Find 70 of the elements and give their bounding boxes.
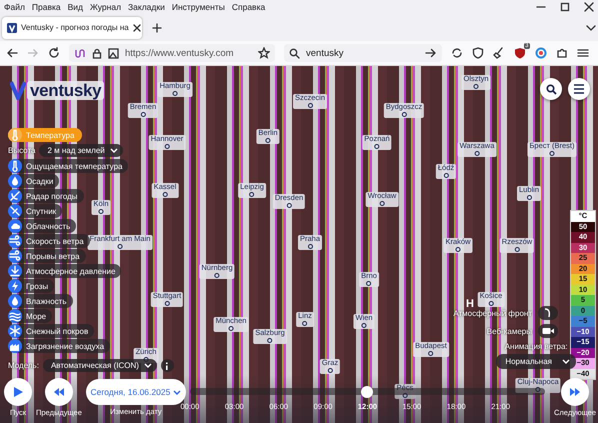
layer-button[interactable]: Грозы: [8, 279, 54, 293]
sync-icon[interactable]: [451, 47, 463, 59]
shield-icon[interactable]: [472, 47, 484, 59]
waves-icon: [9, 310, 21, 322]
wind-icon: [9, 250, 21, 262]
layer-button[interactable]: Облачность: [8, 219, 76, 233]
logo-text: ventusky: [27, 80, 104, 100]
search-icon: [546, 84, 556, 94]
chevron-down-icon: [144, 362, 152, 369]
arrow-down-icon: [9, 265, 21, 277]
menu-item[interactable]: Правка: [32, 2, 61, 12]
chevron-down-icon: [562, 358, 570, 365]
layer-button[interactable]: Атмосферное давление: [8, 264, 122, 278]
play-icon: [12, 386, 24, 398]
layer-button[interactable]: Скорость ветра: [8, 234, 90, 248]
route-icon: [74, 48, 86, 58]
menu-icon[interactable]: [577, 47, 589, 59]
ring-icon[interactable]: [535, 47, 547, 59]
address-bar[interactable]: https://www.ventusky.com: [69, 44, 275, 62]
chevron-down-icon[interactable]: [586, 22, 596, 32]
maximize-icon[interactable]: [560, 2, 570, 12]
lightning-icon: [9, 280, 21, 292]
fast-forward-icon: [569, 386, 581, 398]
layer-button[interactable]: Загрязнение воздуха: [8, 339, 110, 353]
layer-button[interactable]: Снежный покров: [8, 324, 94, 338]
date-button[interactable]: Сегодня, 16.06.2025: [86, 379, 186, 405]
drop-icon: [9, 175, 21, 187]
menu-item[interactable]: Закладки: [128, 2, 165, 12]
arrow-right-icon[interactable]: [425, 47, 437, 59]
camera-icon: [542, 326, 554, 336]
menu-item[interactable]: Вид: [68, 2, 84, 12]
layer-button[interactable]: Море: [8, 309, 52, 323]
rewind-icon: [52, 386, 65, 398]
image-icon[interactable]: [108, 48, 119, 58]
v-logo-icon: [7, 22, 17, 32]
layer-button[interactable]: Ощущаемая температура: [8, 159, 128, 173]
layer-button[interactable]: Порывы ветра: [8, 249, 86, 263]
menu-item[interactable]: Файл: [4, 2, 25, 12]
snowflake-icon: [9, 325, 21, 337]
pressure-mark: H: [466, 298, 474, 310]
wind-icon: [9, 235, 21, 247]
close-icon[interactable]: [584, 2, 594, 12]
back-arrow-icon[interactable]: [6, 47, 18, 59]
menu-item[interactable]: Инструменты: [172, 2, 225, 12]
shield-extension-icon[interactable]: [514, 47, 526, 59]
layer-button[interactable]: Радар погоды: [8, 189, 84, 203]
drop-icon: [9, 295, 21, 307]
browser-tab[interactable]: Ventusky - прогноз погоды на: [2, 16, 142, 38]
height-dropdown[interactable]: 2 м над землей: [39, 144, 123, 157]
star-icon[interactable]: [258, 47, 270, 59]
chevron-down-icon: [173, 388, 182, 396]
lock-icon[interactable]: [92, 48, 102, 58]
chevron-down-icon: [110, 147, 118, 154]
v-logo-icon: [10, 80, 26, 100]
height-label: Высота: [8, 146, 36, 155]
menu-item[interactable]: Справка: [232, 2, 266, 12]
reload-icon[interactable]: [48, 47, 60, 59]
layer-button[interactable]: Спутник: [8, 204, 62, 218]
menu-icon: [573, 83, 585, 95]
model-dropdown[interactable]: Автоматическая (ICON): [42, 359, 157, 372]
close-icon[interactable]: [132, 24, 141, 32]
search-field[interactable]: ventusky: [284, 44, 442, 62]
menu-item[interactable]: Журнал: [90, 2, 122, 12]
layer-button[interactable]: Влажность: [8, 294, 73, 308]
broom-icon[interactable]: [493, 47, 505, 59]
info-icon: [164, 362, 170, 370]
layer-button[interactable]: Осадки: [8, 174, 60, 188]
wind-animation-dropdown[interactable]: Нормальная: [496, 354, 576, 369]
plus-icon[interactable]: [152, 22, 162, 32]
search-icon: [289, 48, 300, 58]
